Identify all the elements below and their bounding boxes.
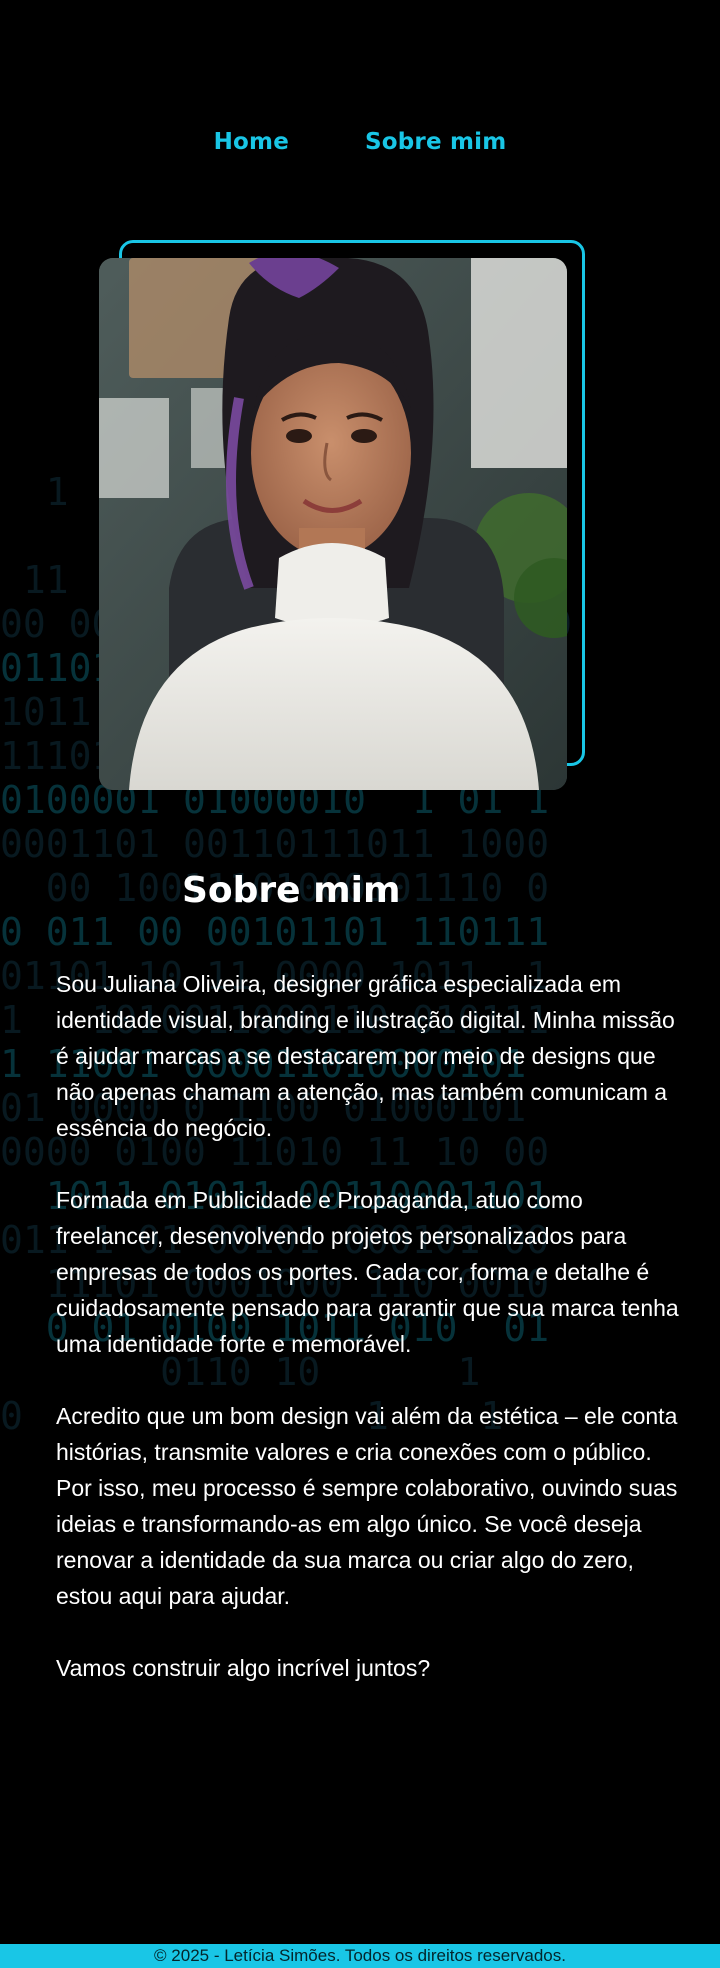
footer-copyright: © 2025 - Letícia Simões. Todos os direit… bbox=[154, 1946, 566, 1965]
page-title: Sobre mim bbox=[182, 870, 401, 911]
bio-paragraph: Sou Juliana Oliveira, designer gráfica e… bbox=[56, 971, 675, 1141]
profile-photo-illustration bbox=[99, 258, 567, 790]
binary-row: 0001101 00110111011 1000 bbox=[0, 822, 550, 866]
bio-paragraph: Acredito que um bom design vai além da e… bbox=[56, 1403, 678, 1609]
nav-home-link[interactable]: Home bbox=[214, 120, 289, 164]
bio-closing: Vamos construir algo incrível juntos? bbox=[56, 1655, 431, 1681]
nav-about-link[interactable]: Sobre mim bbox=[365, 120, 506, 164]
profile-photo bbox=[99, 258, 567, 790]
binary-row: 0 011 00 00101101 110111 bbox=[0, 910, 550, 954]
main-nav: Home Sobre mim bbox=[0, 120, 720, 164]
bio-paragraph: Formada em Publicidade e Propaganda, atu… bbox=[56, 1187, 679, 1357]
bio-section: Sou Juliana Oliveira, designer gráfica e… bbox=[56, 966, 680, 1722]
footer: © 2025 - Letícia Simões. Todos os direit… bbox=[0, 1944, 720, 1968]
